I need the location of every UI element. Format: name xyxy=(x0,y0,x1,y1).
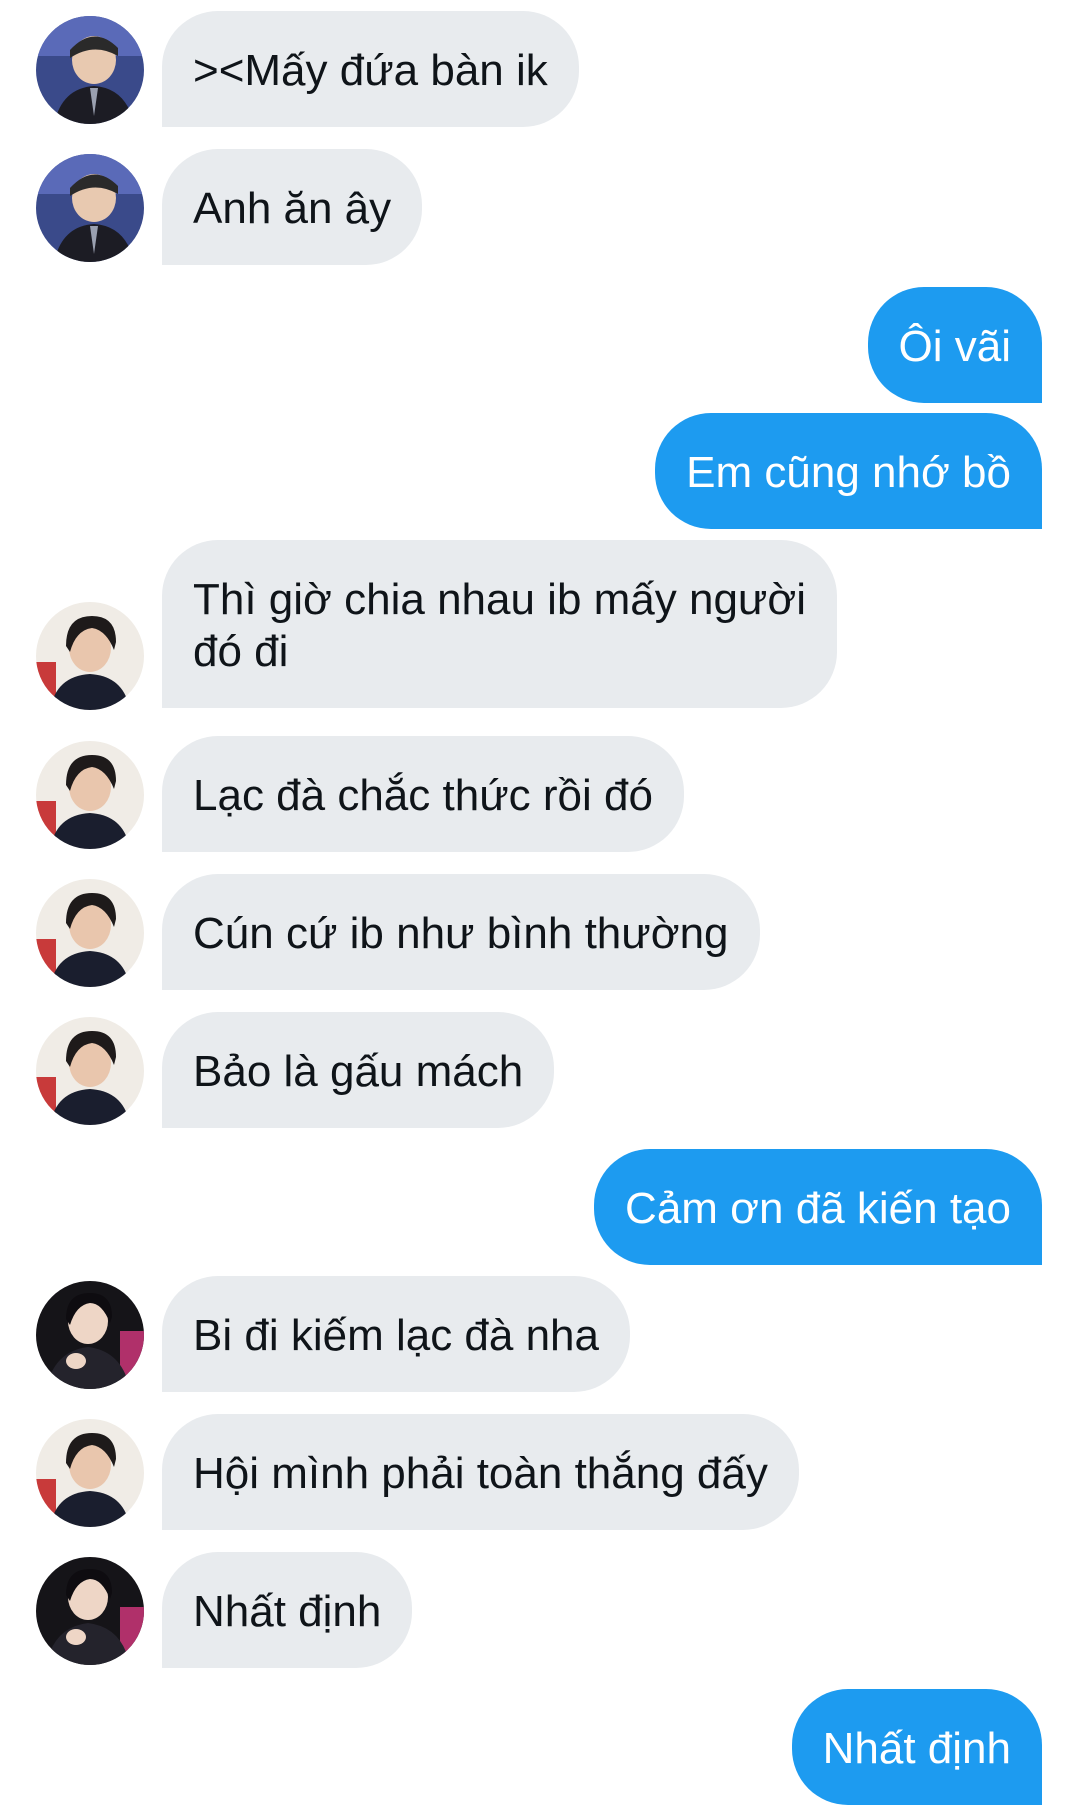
person-b-avatar[interactable] xyxy=(36,1017,144,1125)
message-bubble[interactable]: Bảo là gấu mách xyxy=(162,1012,555,1128)
message-bubble[interactable]: Cún cứ ib như bình thường xyxy=(162,874,760,990)
person-b-avatar[interactable] xyxy=(36,879,144,987)
message-bubble[interactable]: Nhất định xyxy=(791,1689,1042,1805)
message-bubble[interactable]: Ôi vãi xyxy=(867,287,1042,403)
message-bubble[interactable]: ><Mấy đứa bàn ik xyxy=(162,11,579,127)
person-c-avatar[interactable] xyxy=(36,1281,144,1389)
message-bubble[interactable]: Em cũng nhớ bồ xyxy=(655,413,1042,529)
person-b-avatar[interactable] xyxy=(36,741,144,849)
person-c-avatar[interactable] xyxy=(36,1557,144,1665)
message-bubble[interactable]: Lạc đà chắc thức rồi đó xyxy=(162,736,684,852)
message-bubble[interactable]: Nhất định xyxy=(162,1552,413,1668)
person-b-avatar[interactable] xyxy=(36,1419,144,1527)
message-bubble[interactable]: Thì giờ chia nhau ib mấy người đó đi xyxy=(162,540,838,708)
person-b-avatar[interactable] xyxy=(36,602,144,710)
person-a-avatar[interactable] xyxy=(36,154,144,262)
message-bubble[interactable]: Anh ăn ây xyxy=(162,149,423,265)
person-a-avatar[interactable] xyxy=(36,16,144,124)
message-bubble[interactable]: Cảm ơn đã kiến tạo xyxy=(594,1149,1042,1265)
message-bubble[interactable]: Bi đi kiếm lạc đà nha xyxy=(162,1276,630,1392)
chat-thread: ><Mấy đứa bàn ik Anh ăn ây Ôi vãi Em cũn… xyxy=(0,0,1080,1805)
message-bubble[interactable]: Hội mình phải toàn thắng đấy xyxy=(162,1414,799,1530)
